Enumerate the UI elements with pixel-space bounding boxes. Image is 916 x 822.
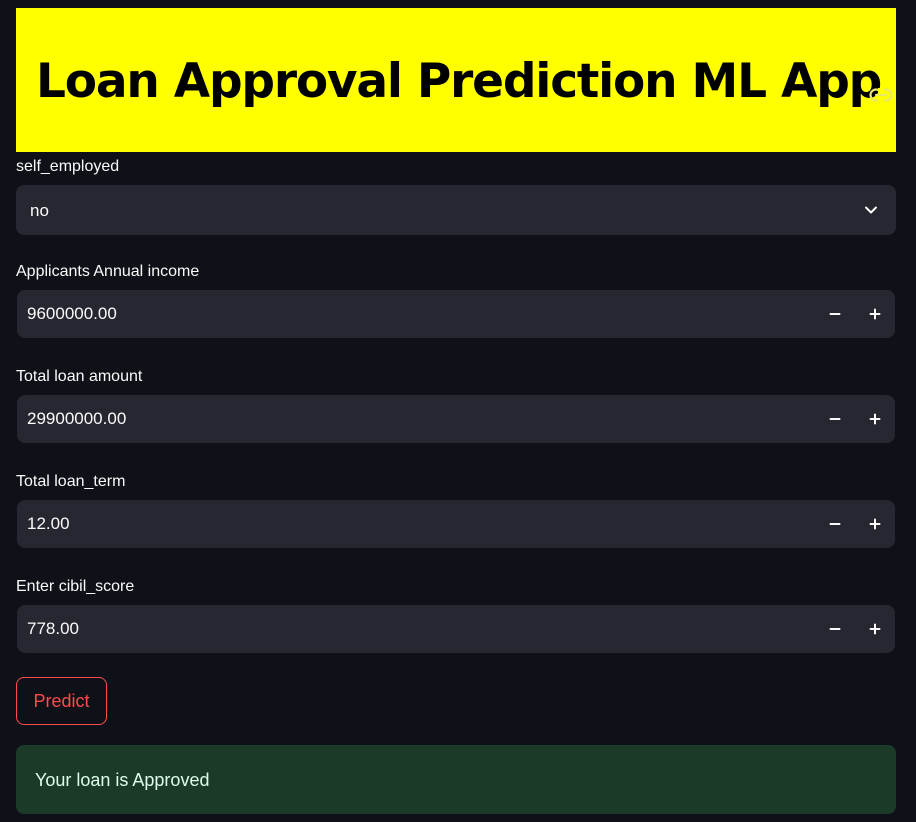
cibil-score-increment-button[interactable] [855, 605, 895, 653]
link-icon[interactable] [868, 84, 894, 106]
loan-term-label: Total loan_term [16, 473, 126, 490]
predict-button[interactable]: Predict [16, 677, 107, 725]
minus-icon [829, 313, 841, 315]
loan-term-field: Total loan_term [16, 472, 896, 548]
loan-term-input[interactable] [17, 500, 797, 548]
plus-icon [869, 413, 881, 425]
plus-icon [869, 308, 881, 320]
cibil-score-label: Enter cibil_score [16, 578, 135, 595]
minus-icon [829, 628, 841, 630]
plus-icon [869, 623, 881, 635]
page-title: Loan Approval Prediction ML App [36, 54, 882, 109]
minus-icon [829, 418, 841, 420]
income-decrement-button[interactable] [815, 290, 855, 338]
loan-amount-number-box [17, 395, 895, 443]
self-employed-select[interactable]: no [16, 185, 896, 235]
app-page: Loan Approval Prediction ML App self_emp… [0, 0, 916, 822]
loan-amount-input[interactable] [17, 395, 797, 443]
self-employed-value: no [30, 201, 49, 220]
self-employed-label: self_employed [16, 158, 120, 175]
chevron-down-icon [862, 201, 880, 219]
income-label: Applicants Annual income [16, 263, 200, 280]
income-number-box [17, 290, 895, 338]
income-input[interactable] [17, 290, 797, 338]
cibil-score-input[interactable] [17, 605, 797, 653]
loan-term-number-box [17, 500, 895, 548]
self-employed-field: self_employed no [16, 157, 896, 235]
income-field: Applicants Annual income [16, 262, 896, 338]
cibil-score-number-box [17, 605, 895, 653]
income-increment-button[interactable] [855, 290, 895, 338]
loan-amount-decrement-button[interactable] [815, 395, 855, 443]
title-banner: Loan Approval Prediction ML App [16, 8, 896, 152]
loan-amount-increment-button[interactable] [855, 395, 895, 443]
result-message: Your loan is Approved [35, 770, 210, 790]
cibil-score-field: Enter cibil_score [16, 577, 896, 653]
result-alert: Your loan is Approved [16, 745, 896, 814]
loan-amount-label: Total loan amount [16, 368, 143, 385]
loan-amount-field: Total loan amount [16, 367, 896, 443]
loan-term-increment-button[interactable] [855, 500, 895, 548]
minus-icon [829, 523, 841, 525]
loan-term-decrement-button[interactable] [815, 500, 855, 548]
cibil-score-decrement-button[interactable] [815, 605, 855, 653]
plus-icon [869, 518, 881, 530]
